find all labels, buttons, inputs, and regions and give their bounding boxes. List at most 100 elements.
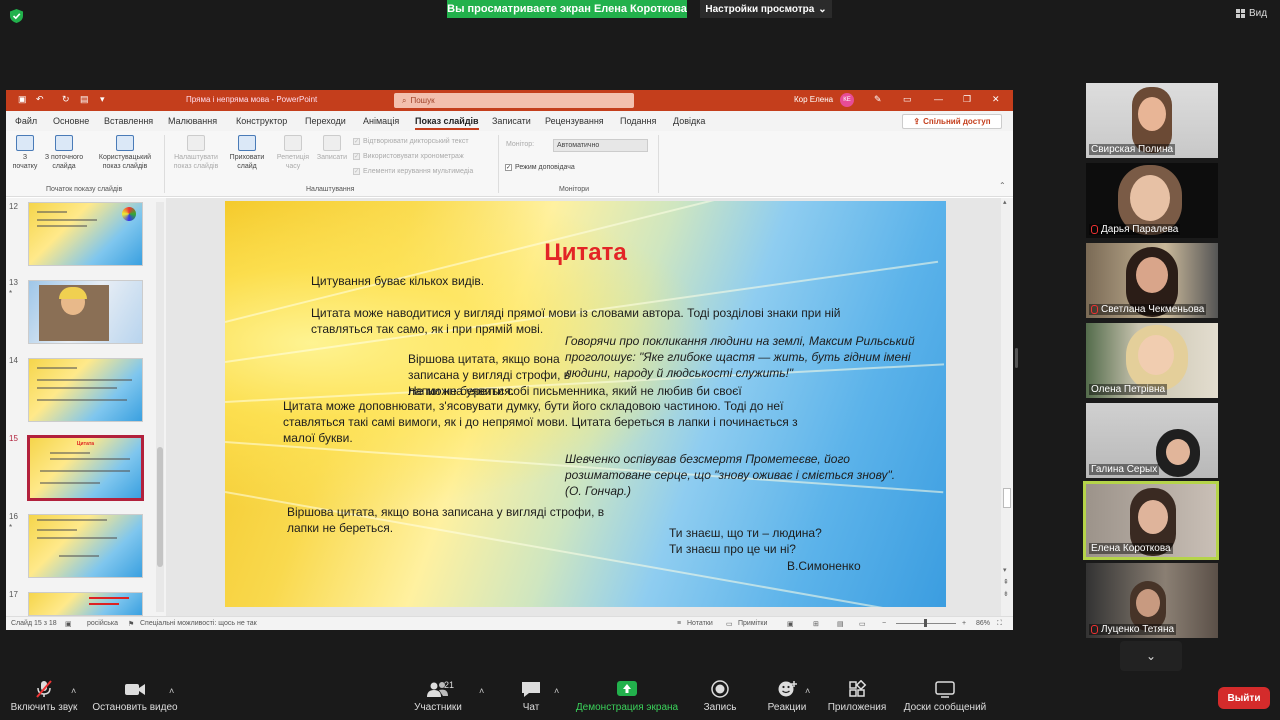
- ribbon-display-icon[interactable]: ▭: [903, 94, 912, 105]
- tab-transitions[interactable]: Переходи: [305, 116, 346, 126]
- custom-show-button[interactable]: Користувацький показ слайдів: [92, 135, 158, 171]
- setup-show-button[interactable]: Налаштувати показ слайдів: [168, 135, 224, 171]
- notes-button[interactable]: Нотатки: [687, 620, 713, 627]
- scroll-thumb[interactable]: [157, 447, 163, 567]
- comments-icon[interactable]: ▭: [726, 620, 733, 628]
- current-slide[interactable]: Цитата Цитування буває кількох видів. Ци…: [225, 201, 946, 607]
- normal-view-icon[interactable]: ▣: [787, 620, 794, 628]
- chevron-up-icon[interactable]: ˄: [71, 686, 76, 696]
- chat-button[interactable]: Чат: [513, 680, 549, 713]
- share-button[interactable]: ⇪ Спільний доступ: [902, 114, 1002, 129]
- more-participants-chevron-icon[interactable]: ⌄: [1120, 641, 1182, 671]
- slide-thumbnail[interactable]: [28, 202, 143, 266]
- presenter-view-checkbox[interactable]: ✓ Режим доповідача: [505, 164, 575, 171]
- tab-animations[interactable]: Анімація: [363, 116, 399, 126]
- pen-icon[interactable]: ✎: [874, 94, 882, 105]
- chevron-up-icon[interactable]: ˄: [479, 686, 484, 696]
- record-button[interactable]: Запись: [698, 680, 742, 713]
- chevron-up-icon[interactable]: ˄: [554, 686, 559, 696]
- stop-video-button[interactable]: Остановить видео: [90, 680, 180, 713]
- language-status[interactable]: російська: [87, 620, 118, 627]
- thumbnails-scrollbar[interactable]: [156, 202, 164, 612]
- participant-tile[interactable]: Свирская Полина: [1086, 83, 1218, 158]
- whiteboards-button[interactable]: Доски сообщений: [898, 680, 992, 713]
- participant-tile[interactable]: Луценко Тетяна: [1086, 563, 1218, 638]
- tab-home[interactable]: Основне: [53, 116, 89, 126]
- accessibility-status[interactable]: Спеціальні можливості: щось не так: [140, 620, 257, 627]
- scroll-up-icon[interactable]: ▴: [1003, 198, 1007, 206]
- slide-vertical-scrollbar[interactable]: ▴ ▾ ⇞ ⇟: [1001, 198, 1013, 616]
- tab-insert[interactable]: Вставлення: [104, 116, 153, 126]
- ppt-user-name[interactable]: Кор Елена: [794, 95, 833, 104]
- collapse-ribbon-icon[interactable]: ⌃: [999, 181, 1006, 190]
- view-settings-dropdown[interactable]: Настройки просмотра ⌄: [700, 0, 832, 18]
- redo-icon[interactable]: ↻: [62, 94, 70, 105]
- timings-checkbox[interactable]: ✓ Використовувати хронометраж: [353, 153, 464, 160]
- participant-tile[interactable]: Галина Серых: [1086, 403, 1218, 478]
- reactions-button[interactable]: Реакции: [764, 680, 810, 713]
- tab-record[interactable]: Записати: [492, 116, 531, 126]
- tab-draw[interactable]: Малювання: [168, 116, 217, 126]
- participant-tile[interactable]: Светлана Чекменьова: [1086, 243, 1218, 318]
- tab-slideshow[interactable]: Показ слайдів: [415, 116, 479, 130]
- thumb-number: 13: [9, 278, 18, 287]
- tab-help[interactable]: Довідка: [673, 116, 705, 126]
- whiteboard-icon: [933, 680, 957, 698]
- slide-thumbnail[interactable]: [28, 592, 143, 616]
- chevron-up-icon[interactable]: ˄: [805, 686, 810, 696]
- minimize-icon[interactable]: —: [934, 94, 943, 104]
- unmute-button[interactable]: Включить звук: [6, 680, 82, 713]
- chevron-up-icon[interactable]: ˄: [169, 686, 174, 696]
- present-icon[interactable]: ▤: [80, 94, 89, 105]
- ppt-search-box[interactable]: ⌕ Пошук: [394, 93, 634, 108]
- undo-icon[interactable]: ↶: [36, 94, 44, 105]
- zoom-in-icon[interactable]: +: [962, 620, 966, 627]
- spellcheck-icon[interactable]: ▣: [65, 620, 72, 628]
- notes-icon[interactable]: ≡: [677, 620, 681, 627]
- sorter-view-icon[interactable]: ⊞: [813, 620, 819, 628]
- comments-button[interactable]: Примітки: [738, 620, 767, 627]
- media-controls-checkbox[interactable]: ✓ Елементи керування мультимедіа: [353, 168, 473, 175]
- zoom-slider-thumb[interactable]: [924, 619, 927, 627]
- customize-qat-icon[interactable]: ▾: [100, 94, 105, 105]
- security-shield-icon[interactable]: [10, 9, 23, 23]
- rehearse-button[interactable]: Репетиція часу: [274, 135, 312, 171]
- apps-button[interactable]: Приложения: [823, 679, 891, 713]
- reading-view-icon[interactable]: ▤: [837, 620, 844, 628]
- tab-review[interactable]: Рецензування: [545, 116, 604, 126]
- scroll-thumb[interactable]: [1003, 488, 1011, 508]
- monitor-select[interactable]: Автоматично: [553, 139, 648, 152]
- tab-view[interactable]: Подання: [620, 116, 656, 126]
- slide-thumbnail-selected[interactable]: Цитата: [27, 435, 144, 501]
- tab-file[interactable]: Файл: [15, 116, 37, 126]
- next-slide-icon[interactable]: ⇟: [1003, 590, 1009, 598]
- record-button[interactable]: Записати: [314, 135, 350, 162]
- share-screen-button[interactable]: Демонстрация экрана: [572, 680, 682, 713]
- tab-design[interactable]: Конструктор: [236, 116, 287, 126]
- slide-thumbnail[interactable]: [28, 358, 143, 422]
- fit-slide-icon[interactable]: ⛶: [997, 620, 1002, 628]
- accessibility-icon[interactable]: ⚑: [128, 620, 134, 628]
- narrations-checkbox[interactable]: ✓ Відтворювати дикторський текст: [353, 138, 469, 145]
- participant-tile[interactable]: Дарья Паралева: [1086, 163, 1218, 238]
- view-button[interactable]: Вид: [1236, 8, 1267, 19]
- from-current-button[interactable]: З поточного слайда: [40, 135, 88, 171]
- participant-tile[interactable]: Олена Петрівна: [1086, 323, 1218, 398]
- save-icon[interactable]: ▣: [18, 94, 27, 105]
- hide-slide-button[interactable]: Приховати слайд: [226, 135, 268, 171]
- restore-icon[interactable]: ❐: [963, 94, 971, 105]
- zoom-level[interactable]: 86%: [976, 620, 990, 627]
- from-start-button[interactable]: З початку: [12, 135, 38, 171]
- zoom-out-icon[interactable]: −: [882, 620, 886, 627]
- close-icon[interactable]: ✕: [992, 94, 1000, 105]
- scroll-down-icon[interactable]: ▾: [1003, 566, 1007, 574]
- avatar[interactable]: КЕ: [840, 93, 854, 107]
- participant-tile-active-speaker[interactable]: Елена Короткова: [1083, 481, 1219, 560]
- leave-button[interactable]: Выйти: [1218, 687, 1270, 709]
- splitter-handle[interactable]: [1015, 348, 1018, 368]
- slide-thumbnail[interactable]: [28, 280, 143, 344]
- slide-thumbnail[interactable]: [28, 514, 143, 578]
- participants-button[interactable]: 21 Участники: [408, 680, 468, 713]
- slideshow-view-icon[interactable]: ▭: [859, 620, 866, 628]
- prev-slide-icon[interactable]: ⇞: [1003, 578, 1009, 586]
